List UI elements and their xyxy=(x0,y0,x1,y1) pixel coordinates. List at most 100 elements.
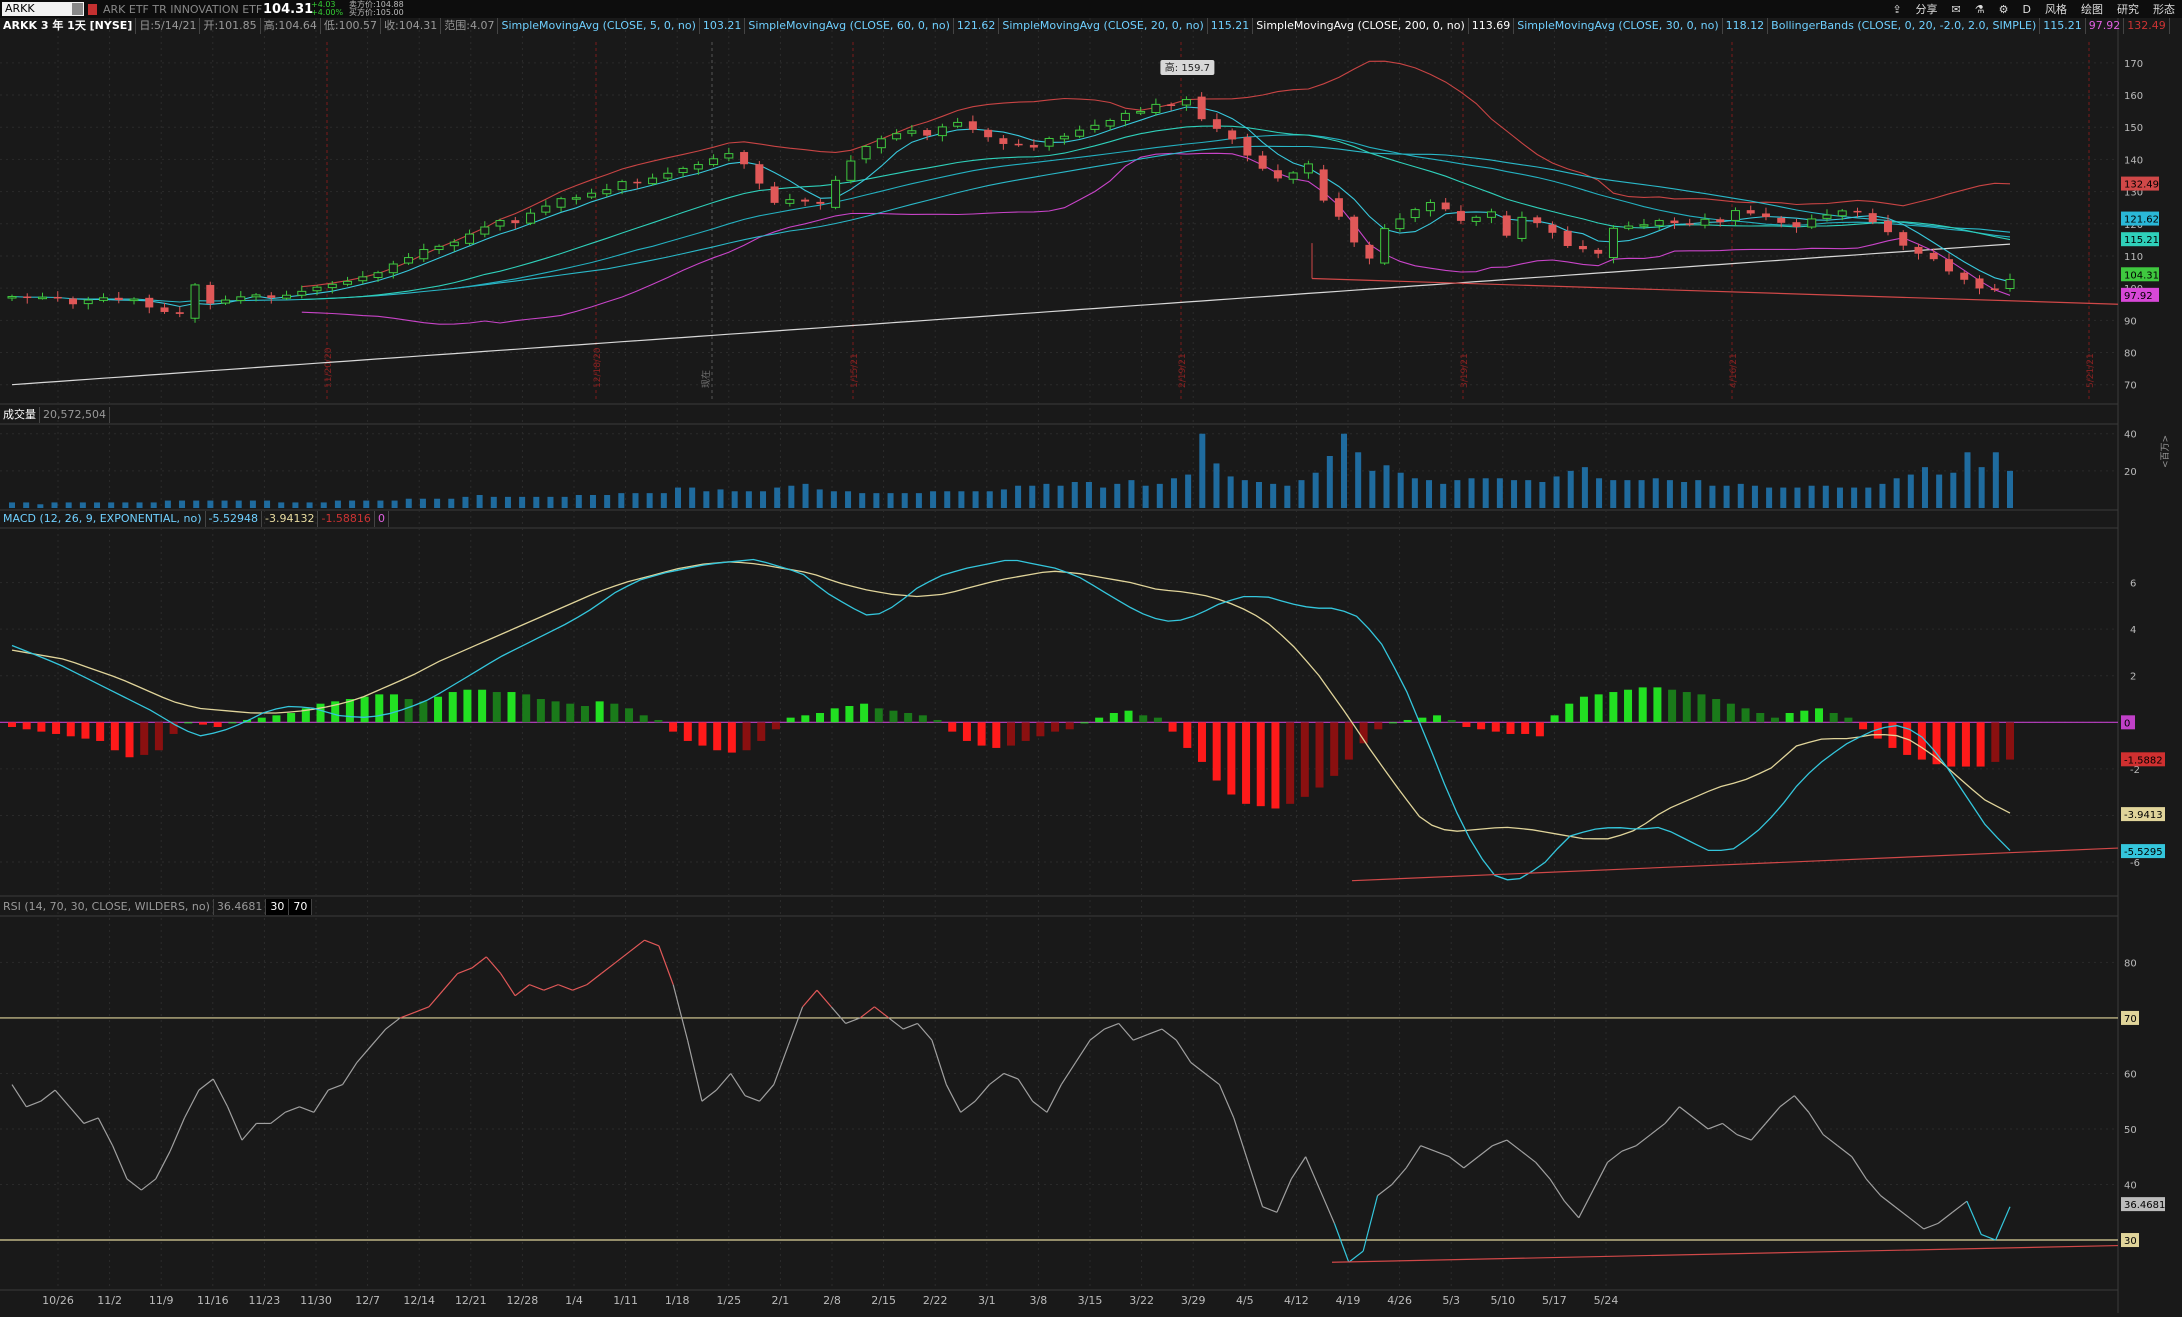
rsi-label[interactable]: RSI (14, 70, 30, CLOSE, WILDERS, no) xyxy=(0,899,214,915)
volume-bar xyxy=(1539,482,1546,508)
candle-body xyxy=(1730,210,1740,221)
candle-body xyxy=(404,257,414,264)
gear-icon[interactable]: ⚙ xyxy=(1999,3,2009,16)
candle-body xyxy=(251,294,261,298)
chart-panes[interactable]: 11/20/20 12/18/20 1/15/21 2/19/21 3/19/21 4/1… xyxy=(0,18,2182,1313)
candle-body xyxy=(175,312,184,314)
volume-bar xyxy=(533,496,540,508)
volume-bar xyxy=(334,500,341,508)
rsi-badge-text: 70 xyxy=(2124,1014,2137,1025)
legend-bb-lower: 97.92 xyxy=(2086,18,2125,34)
date-label: 2/15 xyxy=(871,1294,896,1307)
studies-button[interactable]: 研究 xyxy=(2117,1,2139,17)
macd-histogram-bar xyxy=(595,701,604,723)
candle-body xyxy=(1120,112,1130,121)
share-button[interactable]: 分享 xyxy=(1916,1,1938,17)
macd-histogram-bar xyxy=(213,722,222,727)
volume-bar xyxy=(1780,487,1787,508)
candle-body xyxy=(1883,220,1892,233)
volume-bar xyxy=(745,491,752,508)
timeframe-button[interactable]: D xyxy=(2023,3,2031,16)
candle-body xyxy=(1365,244,1374,259)
macd-histogram-bar xyxy=(1139,715,1148,723)
legend-sma200-label[interactable]: SimpleMovingAvg (CLOSE, 200, 0, no) xyxy=(1253,18,1469,34)
macd-histogram-bar xyxy=(1859,722,1868,730)
legend-sma20-label[interactable]: SimpleMovingAvg (CLOSE, 20, 0, no) xyxy=(999,18,1208,34)
symbol-input[interactable]: ARKK xyxy=(2,2,84,16)
macd-histogram-bar xyxy=(771,722,780,730)
date-label: 5/24 xyxy=(1594,1294,1619,1307)
candle-body xyxy=(923,130,932,136)
candle-body xyxy=(617,181,627,191)
macd-histogram-bar xyxy=(698,722,707,746)
date-label: 11/16 xyxy=(197,1294,229,1307)
macd-histogram-bar xyxy=(1168,722,1177,732)
volume-bar xyxy=(717,489,724,508)
volume-bar xyxy=(235,500,242,508)
macd-badge-text: -3.9413 xyxy=(2124,810,2163,821)
candle-body xyxy=(709,158,719,166)
macd-label[interactable]: MACD (12, 26, 9, EXPONENTIAL, no) xyxy=(0,511,206,527)
flag-icon[interactable] xyxy=(88,3,97,15)
lab-icon[interactable]: ⚗ xyxy=(1975,3,1985,16)
macd-zero: 0 xyxy=(375,511,389,527)
patterns-button[interactable]: 形态 xyxy=(2153,1,2175,17)
macd-histogram-bar xyxy=(639,715,648,723)
legend-range: 范围:4.07 xyxy=(441,18,499,34)
symbol-value: ARKK xyxy=(5,2,35,15)
volume-bar xyxy=(1000,489,1007,508)
candle-body xyxy=(999,138,1008,144)
candle-body xyxy=(1136,110,1146,114)
symbol-dropdown-icon[interactable] xyxy=(72,3,83,15)
candle-body xyxy=(846,160,856,181)
legend-sma30-label[interactable]: SimpleMovingAvg (CLOSE, 30, 0, no) xyxy=(1514,18,1723,34)
volume-bar xyxy=(944,491,951,508)
candle-body xyxy=(1258,155,1267,169)
chat-icon[interactable]: ✉ xyxy=(1952,3,1961,16)
volume-bar xyxy=(930,491,937,508)
volume-bar xyxy=(292,502,299,508)
volume-bar xyxy=(703,491,710,508)
candle-body xyxy=(1837,210,1847,217)
candle-body xyxy=(755,164,764,184)
macd-histogram-bar xyxy=(22,722,31,730)
macd-histogram-bar xyxy=(1829,713,1838,723)
candle-body xyxy=(937,126,947,137)
candle-body xyxy=(1197,96,1206,120)
candle-body xyxy=(1319,169,1328,201)
macd-histogram-bar xyxy=(1535,722,1544,737)
macd-histogram-bar xyxy=(1036,722,1045,737)
macd-tick-label: -6 xyxy=(2130,858,2140,869)
legend-sma5-label[interactable]: SimpleMovingAvg (CLOSE, 5, 0, no) xyxy=(498,18,700,34)
volume-bar xyxy=(1114,483,1121,508)
bid-ask: 卖方价:104.88 买方价:105.00 xyxy=(349,1,419,17)
macd-histogram-bar xyxy=(110,722,119,751)
legend-bb-label[interactable]: BollingerBands (CLOSE, 0, 20, -2.0, 2.0,… xyxy=(1768,18,2041,34)
macd-histogram-bar xyxy=(1095,717,1104,723)
volume-bar xyxy=(1270,483,1277,508)
candle-body xyxy=(373,272,383,279)
toolbar-actions: ⇪ 分享 ✉ ⚗ ⚙ D 风格 绘图 研究 形态 xyxy=(1885,0,2182,18)
volume-bar xyxy=(1085,482,1092,508)
candle-body xyxy=(2005,278,2015,289)
macd-histogram-bar xyxy=(830,708,839,723)
candle-body xyxy=(1288,172,1298,180)
share-icon[interactable]: ⇪ xyxy=(1892,3,1901,16)
candle-body xyxy=(83,299,93,305)
macd-histogram-bar xyxy=(52,722,61,734)
legend-sma60-label[interactable]: SimpleMovingAvg (CLOSE, 60, 0, no) xyxy=(745,18,954,34)
macd-histogram-bar xyxy=(1800,710,1809,723)
style-button[interactable]: 风格 xyxy=(2045,1,2067,17)
volume-bar xyxy=(1241,480,1248,508)
date-label: 5/17 xyxy=(1542,1294,1567,1307)
candle-body xyxy=(876,138,886,149)
candle-body xyxy=(1929,252,1938,260)
macd-histogram-bar xyxy=(683,722,692,741)
macd-histogram-bar xyxy=(1961,722,1970,767)
drawing-button[interactable]: 绘图 xyxy=(2081,1,2103,17)
volume-bar xyxy=(1341,433,1347,508)
volume-label[interactable]: 成交量 xyxy=(0,407,40,423)
chart-canvas[interactable]: 11/20/20 12/18/20 1/15/21 2/19/21 3/19/21 4/1… xyxy=(0,18,2182,1313)
macd-histogram-bar xyxy=(507,692,516,723)
macd-histogram-bar xyxy=(1153,717,1162,723)
